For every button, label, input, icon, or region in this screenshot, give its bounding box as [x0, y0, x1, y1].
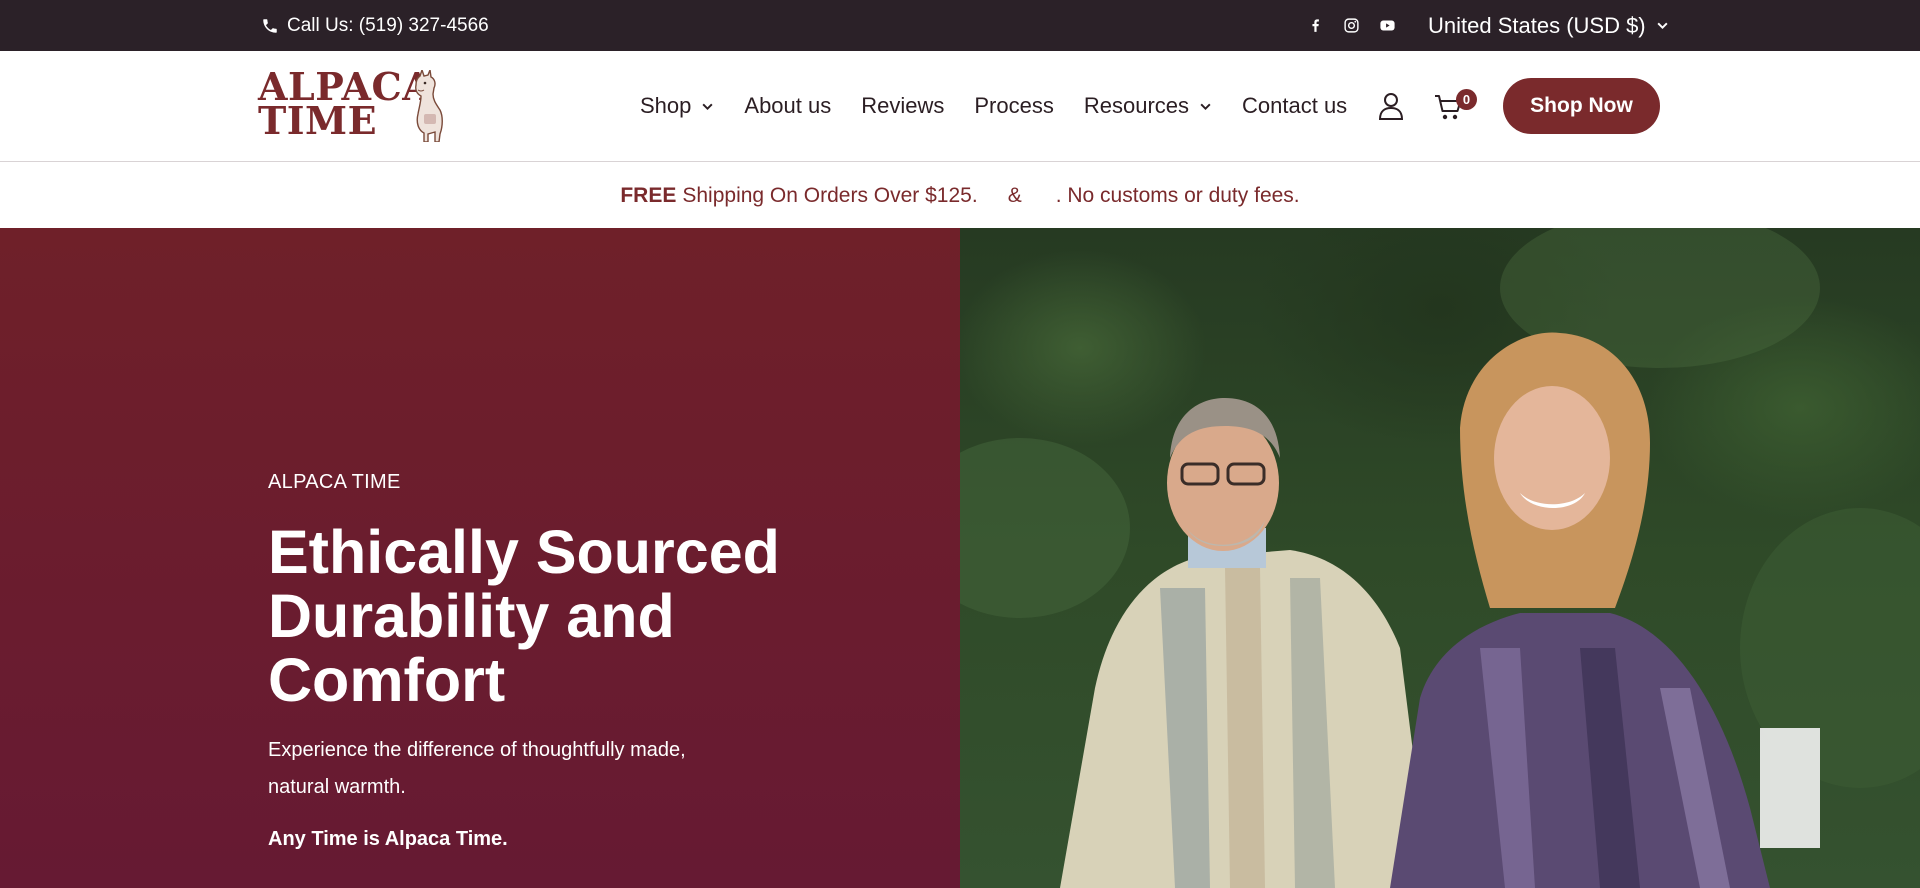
hero-photo: [960, 228, 1920, 888]
social-links: [1306, 0, 1397, 51]
youtube-icon[interactable]: [1378, 16, 1397, 35]
chevron-down-icon: [1200, 103, 1211, 110]
hero-subtext: Experience the difference of thoughtfull…: [268, 739, 686, 798]
instagram-icon[interactable]: [1342, 16, 1361, 35]
nav-reviews[interactable]: Reviews: [861, 93, 944, 119]
man-figure: [1060, 398, 1430, 888]
hero-text-panel: ALPACA TIME Ethically Sourced Durability…: [0, 228, 960, 888]
nav-process[interactable]: Process: [974, 93, 1053, 119]
alpaca-time-logo[interactable]: ALPACA TIME: [258, 68, 448, 144]
announcement-ampersand: &: [1007, 183, 1022, 207]
nav-about-us[interactable]: About us: [744, 93, 831, 119]
nav-shop-label: Shop: [640, 93, 692, 118]
chevron-down-icon: [1657, 22, 1668, 30]
nav-contact-us[interactable]: Contact us: [1242, 93, 1347, 119]
country-currency-label: United States (USD $): [1428, 12, 1646, 38]
call-us-label: Call Us: (519) 327-4566: [287, 14, 489, 36]
nav-resources[interactable]: Resources: [1084, 93, 1212, 119]
nav-process-label: Process: [974, 93, 1054, 118]
nav-about-us-label: About us: [744, 93, 832, 118]
facebook-icon[interactable]: [1306, 16, 1325, 35]
nav-resources-label: Resources: [1083, 93, 1190, 118]
hero-heading: Ethically Sourced Durability and Comfort: [268, 518, 780, 714]
account-icon[interactable]: [1378, 92, 1404, 120]
cart-button[interactable]: 0: [1434, 89, 1478, 123]
nav-shop[interactable]: Shop: [640, 93, 714, 119]
phone-icon: [263, 18, 277, 33]
country-currency-selector[interactable]: United States (USD $): [1428, 0, 1669, 51]
shop-now-button[interactable]: Shop Now: [1503, 78, 1660, 134]
chevron-down-icon: [702, 103, 713, 110]
site-header: ALPACA TIME Shop About us Reviews Proces…: [0, 51, 1920, 162]
main-navigation: Shop About us Reviews Process Resources …: [640, 51, 1347, 161]
announcement-free: FREE: [620, 183, 677, 207]
hero-eyebrow: ALPACA TIME: [268, 471, 401, 493]
announcement-customs: . No customs or duty fees.: [1055, 183, 1300, 207]
hero-tagline: Any Time is Alpaca Time.: [268, 828, 508, 850]
cart-count-badge: 0: [1456, 89, 1477, 110]
nav-contact-us-label: Contact us: [1242, 93, 1348, 118]
top-utility-bar: Call Us: (519) 327-4566 United States (U…: [0, 0, 1920, 51]
hero-photo-illustration: [960, 228, 1920, 888]
call-us-link[interactable]: Call Us: (519) 327-4566: [261, 0, 489, 51]
announcement-shipping: Shipping On Orders Over $125.: [682, 183, 978, 207]
alpaca-icon: [415, 70, 443, 142]
announcement-bar: FREE Shipping On Orders Over $125. & . N…: [0, 163, 1920, 228]
nav-reviews-label: Reviews: [861, 93, 945, 118]
